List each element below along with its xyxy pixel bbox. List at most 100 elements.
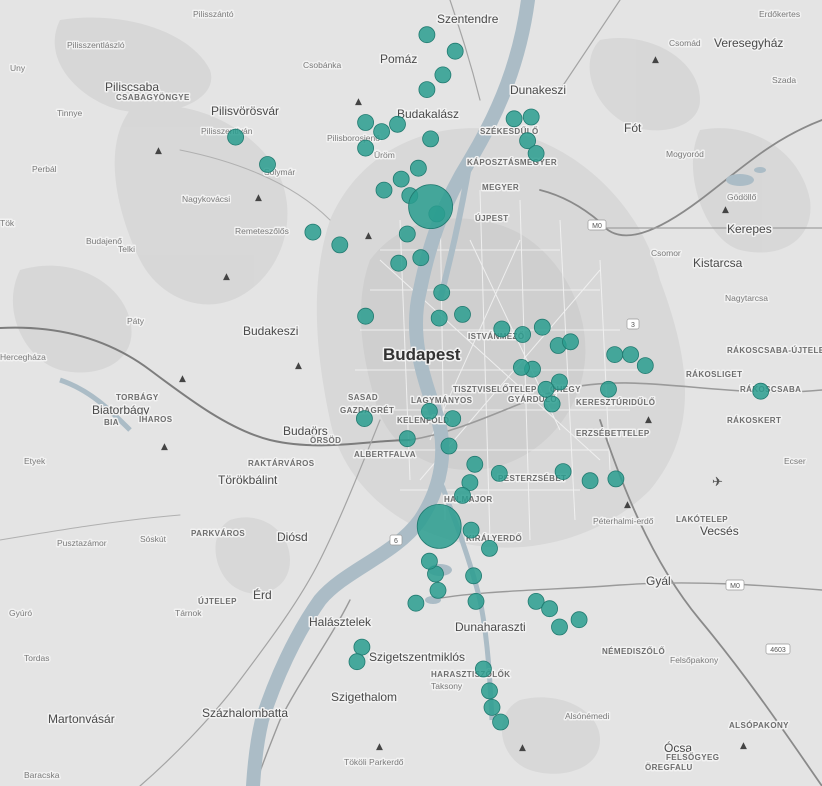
- location-marker[interactable]: [543, 395, 561, 413]
- place-label: Pomáz: [380, 52, 417, 66]
- budapest-map[interactable]: ▲ ▲ ▲ ▲ ▲ ▲ ▲ ▲ ▲ ▲ ▲ ▲ ▲ ▲ ▲ ✈ M0 M0 3 …: [0, 0, 822, 786]
- svg-text:Pilisszentlászló: Pilisszentlászló: [67, 40, 125, 50]
- svg-text:Péterhalmi-erdő: Péterhalmi-erdő: [593, 516, 654, 526]
- location-marker[interactable]: [581, 472, 599, 490]
- location-marker[interactable]: [434, 66, 452, 84]
- location-marker[interactable]: [537, 380, 555, 398]
- location-marker[interactable]: [454, 486, 471, 504]
- svg-text:Hercegháza: Hercegháza: [0, 352, 46, 362]
- place-label: Szigethalom: [331, 690, 397, 704]
- svg-text:M0: M0: [592, 223, 602, 230]
- place-label: Szentendre: [437, 12, 499, 26]
- location-marker[interactable]: [418, 26, 436, 44]
- location-marker[interactable]: [554, 463, 572, 481]
- location-marker[interactable]: [375, 181, 393, 199]
- location-marker[interactable]: [433, 284, 451, 301]
- place-label: Budakalász: [397, 107, 459, 121]
- location-marker[interactable]: [522, 108, 540, 126]
- location-marker[interactable]: [622, 346, 639, 364]
- large-marker[interactable]: [416, 504, 462, 549]
- location-marker[interactable]: [259, 156, 276, 173]
- location-marker[interactable]: [446, 42, 464, 60]
- location-marker[interactable]: [454, 305, 471, 323]
- location-marker[interactable]: [390, 254, 408, 272]
- location-marker[interactable]: [465, 567, 483, 585]
- location-marker[interactable]: [412, 249, 430, 267]
- location-marker[interactable]: [492, 713, 510, 731]
- location-marker[interactable]: [483, 699, 501, 716]
- location-marker[interactable]: [430, 309, 448, 327]
- svg-text:Ecser: Ecser: [784, 456, 806, 466]
- svg-text:3: 3: [631, 322, 635, 329]
- location-marker[interactable]: [331, 236, 349, 254]
- svg-text:Budajenő: Budajenő: [86, 236, 122, 246]
- svg-text:ÖRSÖD: ÖRSÖD: [310, 436, 341, 445]
- svg-text:Telki: Telki: [118, 244, 135, 254]
- location-marker[interactable]: [373, 123, 391, 141]
- location-marker[interactable]: [355, 410, 373, 428]
- location-marker[interactable]: [493, 320, 511, 338]
- location-marker[interactable]: [541, 600, 558, 618]
- location-marker[interactable]: [551, 618, 568, 636]
- svg-text:Pilisborosjenő: Pilisborosjenő: [327, 133, 380, 143]
- location-marker[interactable]: [481, 682, 498, 700]
- location-marker[interactable]: [348, 653, 366, 671]
- svg-text:▲: ▲: [155, 146, 162, 156]
- svg-text:▲: ▲: [355, 97, 362, 107]
- location-marker[interactable]: [429, 582, 447, 599]
- location-marker[interactable]: [562, 333, 579, 351]
- location-marker[interactable]: [353, 638, 371, 656]
- large-marker[interactable]: [408, 184, 454, 230]
- svg-text:RÁKOSKERT: RÁKOSKERT: [727, 416, 781, 425]
- location-marker[interactable]: [606, 346, 624, 364]
- location-marker[interactable]: [409, 159, 427, 177]
- location-marker[interactable]: [527, 145, 545, 162]
- location-marker[interactable]: [420, 552, 438, 570]
- svg-text:Tök: Tök: [0, 218, 15, 228]
- location-marker[interactable]: [357, 114, 375, 131]
- location-marker[interactable]: [513, 358, 530, 376]
- location-marker[interactable]: [490, 464, 508, 482]
- location-marker[interactable]: [227, 128, 245, 146]
- location-marker[interactable]: [505, 110, 523, 128]
- road-shield: 4603: [765, 643, 791, 655]
- road-shield: 3: [626, 318, 640, 330]
- svg-text:RÁKOSCSABA-ÚJTELEP: RÁKOSCSABA-ÚJTELEP: [727, 346, 822, 355]
- location-marker[interactable]: [392, 170, 410, 188]
- svg-text:ALSÓPAKONY: ALSÓPAKONY: [729, 721, 789, 730]
- location-marker[interactable]: [474, 660, 492, 678]
- location-marker[interactable]: [466, 455, 484, 473]
- location-marker[interactable]: [462, 521, 480, 539]
- location-marker[interactable]: [407, 594, 425, 612]
- svg-text:▲: ▲: [223, 272, 230, 282]
- location-marker[interactable]: [514, 326, 531, 343]
- svg-text:IHAROS: IHAROS: [139, 415, 173, 424]
- location-marker[interactable]: [533, 318, 551, 336]
- location-marker[interactable]: [600, 380, 617, 398]
- svg-text:Csomor: Csomor: [651, 248, 681, 258]
- location-marker[interactable]: [636, 357, 654, 375]
- location-marker[interactable]: [357, 139, 375, 157]
- location-marker[interactable]: [481, 540, 498, 557]
- svg-text:Baracska: Baracska: [24, 770, 60, 780]
- svg-text:ERZSÉBETTELEP: ERZSÉBETTELEP: [576, 429, 650, 438]
- location-marker[interactable]: [357, 307, 375, 325]
- location-marker[interactable]: [389, 115, 406, 133]
- svg-text:Erdőkertes: Erdőkertes: [759, 9, 800, 19]
- location-marker[interactable]: [444, 410, 462, 428]
- location-marker[interactable]: [418, 81, 436, 98]
- location-marker[interactable]: [607, 470, 625, 488]
- svg-text:▲: ▲: [295, 361, 302, 371]
- location-marker[interactable]: [420, 402, 438, 420]
- location-marker[interactable]: [467, 593, 485, 610]
- location-marker[interactable]: [752, 382, 770, 400]
- road-shield: M0: [725, 579, 745, 591]
- place-label: Fót: [624, 121, 642, 135]
- location-marker[interactable]: [398, 225, 416, 243]
- location-marker[interactable]: [422, 130, 440, 148]
- location-marker[interactable]: [440, 437, 458, 455]
- location-marker[interactable]: [304, 223, 322, 241]
- svg-text:Gödöllő: Gödöllő: [727, 192, 757, 202]
- location-marker[interactable]: [398, 430, 416, 448]
- location-marker[interactable]: [570, 611, 588, 629]
